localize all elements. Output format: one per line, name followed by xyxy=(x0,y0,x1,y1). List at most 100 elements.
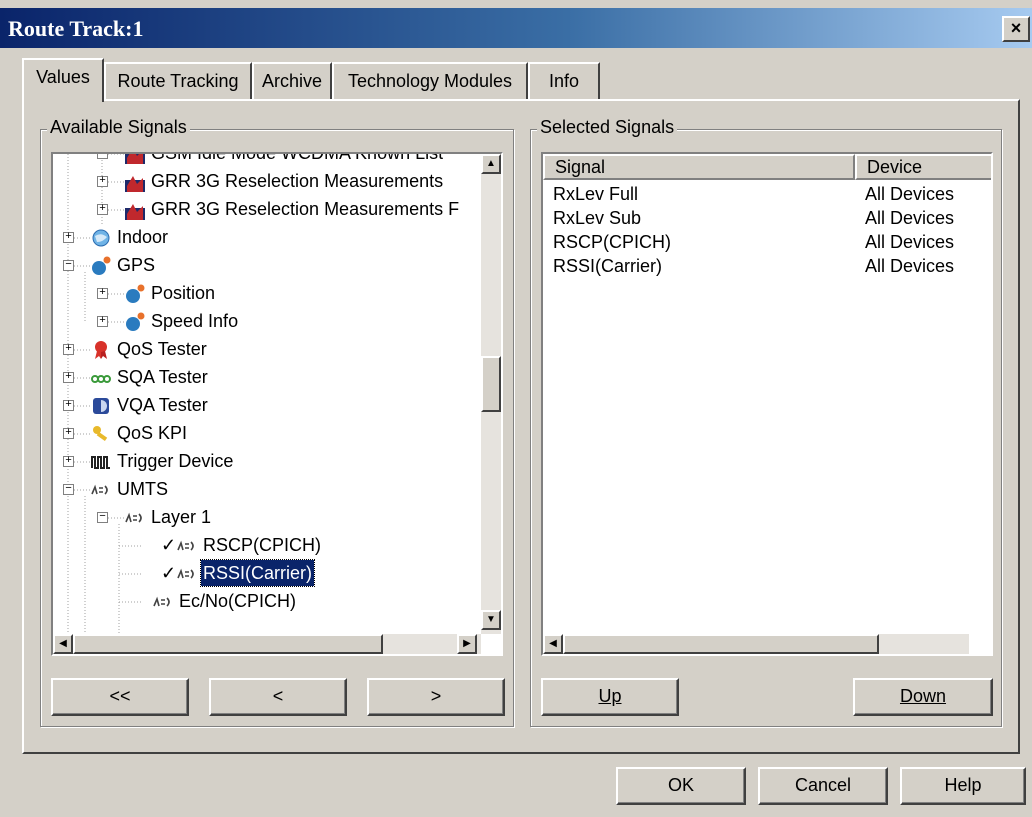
tree-item-grr-3g-reselection-f[interactable]: + GRR 3G Reselection Measurements F xyxy=(53,196,483,224)
tree-item-label: UMTS xyxy=(117,479,168,499)
down-button[interactable]: Down xyxy=(853,678,993,716)
down-button-label: Down xyxy=(899,686,947,706)
tree-item-ecno-cpich[interactable]: Ec/No(CPICH) xyxy=(53,588,483,616)
chart-icon xyxy=(125,176,145,192)
column-header-signal[interactable]: Signal xyxy=(543,154,855,180)
scroll-up-arrow-icon[interactable]: ▲ xyxy=(481,154,501,174)
up-button[interactable]: Up xyxy=(541,678,679,716)
tree-item-label: GSM Idle Mode WCDMA Known List xyxy=(151,152,444,163)
trigger-icon xyxy=(91,456,110,469)
add-all-button[interactable]: << xyxy=(51,678,189,716)
tab-technology-modules[interactable]: Technology Modules xyxy=(332,62,528,100)
list-item[interactable]: RSSI(Carrier) All Devices xyxy=(553,256,983,280)
collapse-icon[interactable]: − xyxy=(63,484,74,495)
signal-cell: RxLev Full xyxy=(553,184,639,204)
expand-icon[interactable]: + xyxy=(97,288,108,299)
scroll-thumb[interactable] xyxy=(563,634,879,654)
signal-cell: RSSI(Carrier) xyxy=(553,256,663,276)
expand-icon[interactable]: + xyxy=(63,232,74,243)
signal-cell: RxLev Sub xyxy=(553,208,642,228)
tree-item-gsm-idle[interactable]: + GSM Idle Mode WCDMA Known List xyxy=(53,152,483,168)
tree-item-label: Trigger Device xyxy=(117,451,234,471)
umts-icon xyxy=(177,540,194,551)
scroll-left-arrow-icon[interactable]: ◀ xyxy=(543,634,563,654)
help-button[interactable]: Help xyxy=(900,767,1026,805)
scroll-thumb[interactable] xyxy=(481,356,501,412)
tree-item-grr-3g-reselection[interactable]: + GRR 3G Reselection Measurements xyxy=(53,168,483,196)
tree-item-trigger-device[interactable]: + Trigger Device xyxy=(53,448,483,476)
expand-icon[interactable]: + xyxy=(97,204,108,215)
tab-archive[interactable]: Archive xyxy=(252,62,332,100)
expand-icon[interactable]: + xyxy=(97,176,108,187)
expand-icon[interactable]: + xyxy=(63,372,74,383)
list-horizontal-scrollbar[interactable]: ◀ xyxy=(543,634,969,654)
column-header-device[interactable]: Device xyxy=(855,154,991,180)
satellite-icon xyxy=(126,284,145,303)
expand-icon[interactable]: + xyxy=(63,456,74,467)
expand-icon[interactable]: + xyxy=(97,154,108,159)
collapse-icon[interactable]: − xyxy=(97,512,108,523)
tree-item-label: GPS xyxy=(117,255,156,275)
tree-item-label: Indoor xyxy=(117,227,169,247)
scroll-thumb[interactable] xyxy=(73,634,383,654)
list-item[interactable]: RSCP(CPICH) All Devices xyxy=(553,232,983,256)
scroll-right-arrow-icon[interactable]: ▶ xyxy=(457,634,477,654)
check-icon: ✓ xyxy=(161,563,177,583)
tree-item-label: GRR 3G Reselection Measurements F xyxy=(151,199,460,219)
list-item[interactable]: RxLev Full All Devices xyxy=(553,184,983,208)
tree-item-label: GRR 3G Reselection Measurements xyxy=(151,171,444,191)
cancel-button[interactable]: Cancel xyxy=(758,767,888,805)
tree-item-indoor[interactable]: + Indoor xyxy=(53,224,483,252)
tree-item-gps[interactable]: − GPS xyxy=(53,252,483,280)
scroll-down-arrow-icon[interactable]: ▼ xyxy=(481,610,501,630)
selected-signals-legend: Selected Signals xyxy=(537,117,678,138)
expand-icon[interactable]: + xyxy=(63,344,74,355)
tree-item-speed-info[interactable]: + Speed Info xyxy=(53,308,483,336)
umts-icon xyxy=(177,568,194,579)
tree-item-layer-1[interactable]: − Layer 1 xyxy=(53,504,483,532)
tab-info[interactable]: Info xyxy=(528,62,600,100)
tree-item-position[interactable]: + Position xyxy=(53,280,483,308)
tree-item-rscp-cpich[interactable]: ✓ RSCP(CPICH) xyxy=(53,532,483,560)
tree-item-sqa-tester[interactable]: + SQA Tester xyxy=(53,364,483,392)
collapse-icon[interactable]: − xyxy=(63,260,74,271)
vqa-icon xyxy=(93,398,109,414)
device-cell: All Devices xyxy=(865,232,955,252)
values-panel: Available Signals + GSM Idle Mode WCDMA … xyxy=(22,99,1020,754)
tab-route-tracking[interactable]: Route Tracking xyxy=(104,62,252,100)
expand-icon[interactable]: + xyxy=(97,316,108,327)
tree-vertical-scrollbar[interactable]: ▲ ▼ xyxy=(481,154,501,634)
satellite-icon xyxy=(92,256,111,275)
tree-item-label-selected: RSSI(Carrier) xyxy=(199,559,316,587)
close-button[interactable]: × xyxy=(1002,16,1030,42)
tree-horizontal-scrollbar[interactable]: ◀ ▶ xyxy=(53,634,481,654)
tree-item-vqa-tester[interactable]: + VQA Tester xyxy=(53,392,483,420)
remove-button[interactable]: > xyxy=(367,678,505,716)
device-cell: All Devices xyxy=(865,184,955,204)
selected-signals-group: Selected Signals Signal Device RxLev Ful… xyxy=(530,117,1002,727)
globe-icon xyxy=(92,229,110,247)
title-bar: Route Track:1 × xyxy=(0,8,1032,48)
umts-icon xyxy=(125,512,142,523)
tree-item-umts[interactable]: − UMTS xyxy=(53,476,483,504)
scroll-left-arrow-icon[interactable]: ◀ xyxy=(53,634,73,654)
chart-icon xyxy=(125,154,145,164)
tree-item-label: QoS Tester xyxy=(117,339,207,359)
tree-item-label: Ec/No(CPICH) xyxy=(179,591,297,611)
tree-item-qos-kpi[interactable]: + QoS KPI xyxy=(53,420,483,448)
tree-item-qos-tester[interactable]: + QoS Tester xyxy=(53,336,483,364)
list-item[interactable]: RxLev Sub All Devices xyxy=(553,208,983,232)
selected-signals-list[interactable]: Signal Device RxLev Full All Devices RxL… xyxy=(541,152,993,656)
tree-item-label: Layer 1 xyxy=(151,507,212,527)
signal-tree[interactable]: + GSM Idle Mode WCDMA Known List + GRR 3… xyxy=(51,152,503,656)
expand-icon[interactable]: + xyxy=(63,428,74,439)
tab-values[interactable]: Values xyxy=(22,58,104,102)
ok-button[interactable]: OK xyxy=(616,767,746,805)
satellite-icon xyxy=(126,312,145,331)
chart-icon xyxy=(125,204,145,220)
tree-item-label: SQA Tester xyxy=(117,367,208,387)
available-signals-group: Available Signals + GSM Idle Mode WCDMA … xyxy=(40,117,514,727)
add-button[interactable]: < xyxy=(209,678,347,716)
tree-item-rssi-carrier[interactable]: ✓ RSSI(Carrier) xyxy=(53,559,483,588)
expand-icon[interactable]: + xyxy=(63,400,74,411)
